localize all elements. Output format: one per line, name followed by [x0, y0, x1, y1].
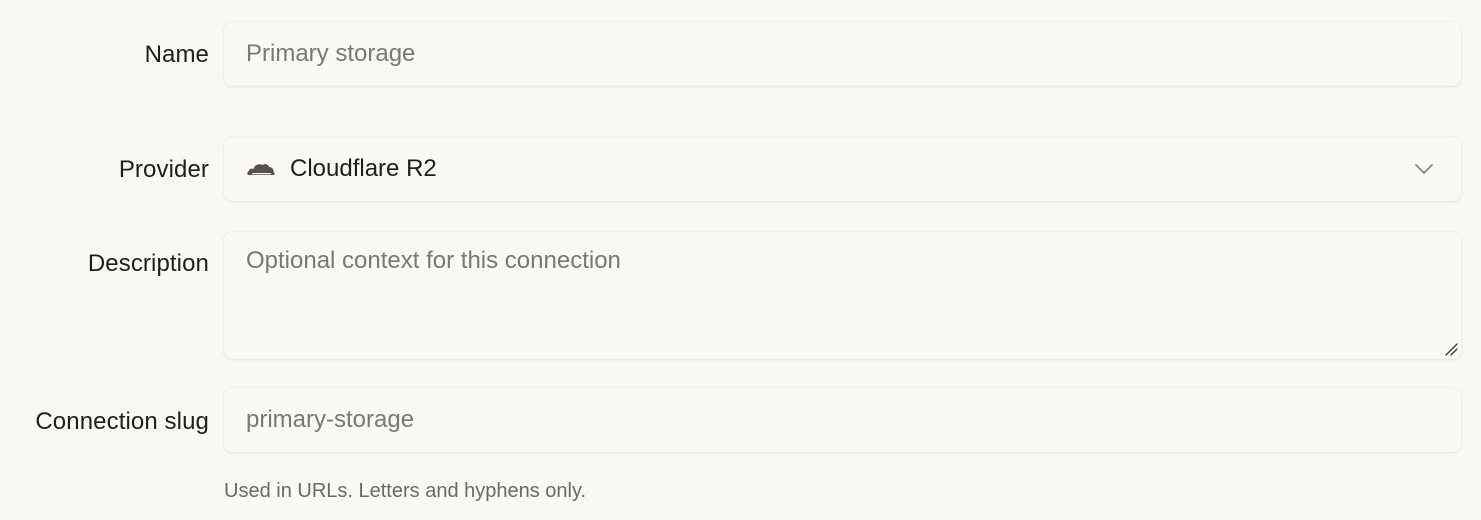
slug-input[interactable] [224, 388, 1461, 452]
name-input[interactable] [224, 22, 1461, 86]
provider-select[interactable]: Cloudflare R2 [224, 137, 1461, 201]
name-field-wrapper [224, 22, 1461, 86]
name-label: Name [144, 41, 209, 68]
slug-label: Connection slug [35, 408, 209, 435]
chevron-down-icon [1413, 162, 1435, 176]
cloudflare-icon [246, 161, 276, 177]
provider-label: Provider [118, 156, 209, 183]
description-textarea[interactable] [224, 232, 1461, 359]
slug-hint: Used in URLs. Letters and hyphens only. [224, 480, 587, 502]
slug-field-wrapper [224, 388, 1461, 452]
resize-handle-icon[interactable] [1444, 342, 1458, 356]
description-field-wrapper [224, 232, 1461, 359]
provider-selected-value: Cloudflare R2 [290, 155, 437, 182]
description-label: Description [87, 250, 209, 277]
